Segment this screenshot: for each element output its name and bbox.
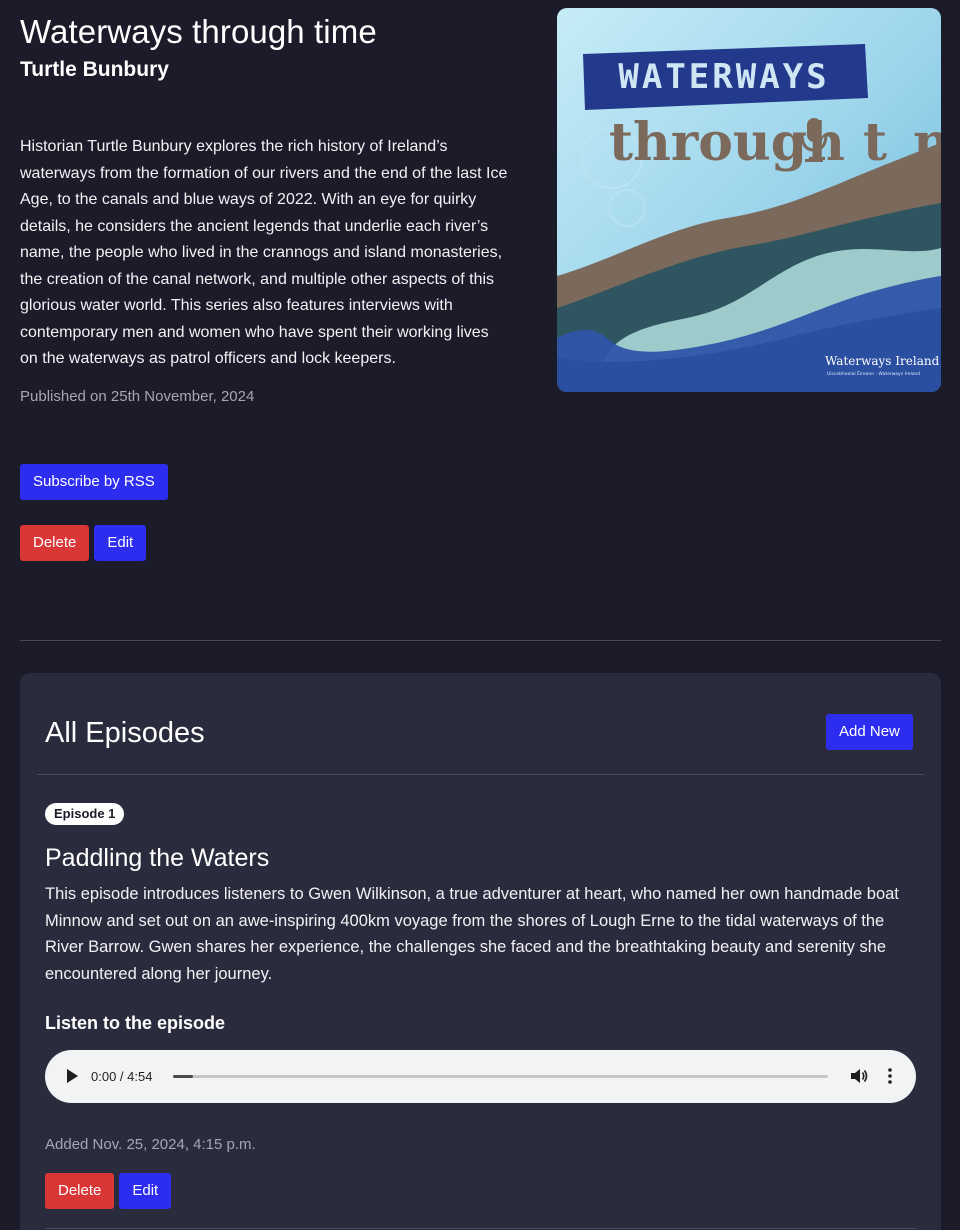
podcast-page: Waterways through time Turtle Bunbury Hi… xyxy=(0,0,960,1230)
episode-title: Paddling the Waters xyxy=(45,844,270,872)
podcast-description: Historian Turtle Bunbury explores the ri… xyxy=(20,138,508,367)
cover-logo-text: Waterways Ireland xyxy=(825,354,940,368)
episode-added-date: Added Nov. 25, 2024, 4:15 p.m. xyxy=(45,1136,256,1153)
audio-time-display: 0:00 / 4:54 xyxy=(91,1069,153,1084)
podcast-author: Turtle Bunbury xyxy=(20,58,169,81)
cover-banner-text: WATERWAYS xyxy=(618,57,829,97)
published-date: Published on 25th November, 2024 xyxy=(20,387,255,405)
podcast-header: Waterways through time Turtle Bunbury Hi… xyxy=(20,12,510,407)
more-options-icon[interactable] xyxy=(887,1067,893,1085)
delete-episode-button[interactable]: Delete xyxy=(45,1173,115,1209)
podcast-actions: Delete Edit xyxy=(20,525,147,561)
podcast-title: Waterways through time xyxy=(20,13,377,50)
subscribe-rss-button[interactable]: Subscribe by RSS xyxy=(20,464,168,500)
audio-progress-bar[interactable] xyxy=(173,1075,828,1078)
audio-player: 0:00 / 4:54 xyxy=(45,1050,916,1103)
episodes-header-divider xyxy=(37,774,924,775)
listen-label: Listen to the episode xyxy=(45,1013,226,1033)
delete-podcast-button[interactable]: Delete xyxy=(20,525,90,561)
audio-progress-fill xyxy=(173,1075,193,1078)
section-divider xyxy=(20,640,941,641)
episode-actions: Delete Edit xyxy=(45,1173,172,1209)
podcast-cover-art: WATERWAYS through tme Waterways Ireland … xyxy=(557,8,941,392)
cover-illustration: WATERWAYS through tme Waterways Ireland … xyxy=(557,8,941,392)
play-icon[interactable] xyxy=(66,1069,78,1083)
add-new-episode-button[interactable]: Add New xyxy=(826,714,913,750)
episodes-card: All Episodes Add New Episode 1 Paddling … xyxy=(20,673,941,1230)
episode-number-badge: Episode 1 xyxy=(45,803,125,825)
volume-icon[interactable] xyxy=(850,1067,868,1085)
edit-podcast-button[interactable]: Edit xyxy=(94,525,147,561)
episodes-heading: All Episodes xyxy=(45,717,205,749)
episode-description: This episode introduces listeners to Gwe… xyxy=(45,885,899,983)
edit-episode-button[interactable]: Edit xyxy=(119,1173,172,1209)
episode-divider xyxy=(45,1228,916,1229)
